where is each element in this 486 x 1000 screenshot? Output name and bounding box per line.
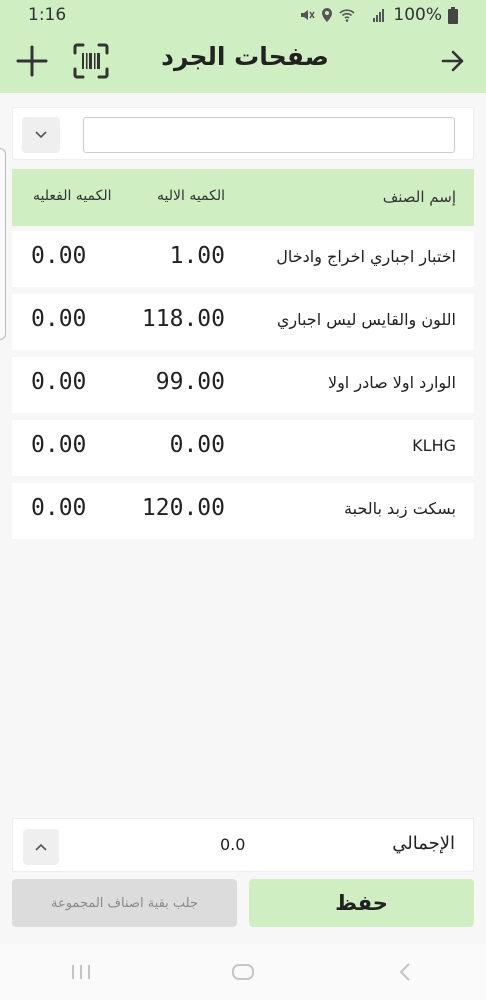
back-button[interactable] [438, 44, 468, 78]
row-item-name: اللون والقايس ليس اجباري [276, 310, 456, 329]
row-item-name: الوارد اولا صادر اولا [327, 373, 456, 392]
row-auto-qty: 0.00 [169, 432, 225, 458]
table-row[interactable]: 0.00 0.00 KLHG [12, 420, 474, 476]
battery-icon [448, 6, 458, 24]
back-chevron-icon [399, 963, 410, 981]
total-label: الإجمالي [392, 833, 455, 854]
table-row[interactable]: 0.00 99.00 الوارد اولا صادر اولا [12, 357, 474, 413]
page-title: صفحات الجرد [161, 42, 329, 71]
status-bar: 1:16 100% [0, 0, 486, 30]
arrow-right-icon [441, 50, 464, 72]
row-auto-qty: 118.00 [141, 306, 225, 332]
row-actual-qty[interactable]: 0.00 [31, 306, 86, 332]
row-auto-qty: 99.00 [155, 369, 225, 395]
mute-icon [301, 10, 316, 20]
table-row[interactable]: 0.00 120.00 بسكت زبد بالحبة [12, 483, 474, 539]
system-back-button[interactable] [385, 952, 425, 992]
total-row: 0.0 الإجمالي [12, 818, 474, 872]
status-icons: 100% [299, 5, 458, 25]
home-icon [232, 964, 254, 980]
app-bar: صفحات الجرد [0, 30, 486, 93]
row-actual-qty[interactable]: 0.00 [31, 495, 86, 521]
battery-percent: 100% [393, 5, 442, 25]
status-time: 1:16 [28, 5, 67, 25]
row-item-name: اختبار اجباري اخراج وادخال [276, 247, 456, 266]
recent-apps-button[interactable] [61, 952, 101, 992]
row-actual-qty[interactable]: 0.00 [31, 432, 86, 458]
barcode-scan-icon [73, 43, 109, 79]
header-auto-qty: الكميه الاليه [157, 188, 226, 204]
add-button[interactable] [14, 42, 50, 80]
filter-input[interactable] [83, 117, 455, 153]
chevron-up-icon [35, 843, 47, 851]
save-button[interactable]: حفظ [249, 879, 474, 927]
system-nav-bar [0, 944, 486, 1000]
table-header: الكميه الفعليه الكميه الاليه إسم الصنف [12, 169, 474, 226]
plus-icon [16, 45, 48, 77]
home-button[interactable] [223, 952, 263, 992]
row-actual-qty[interactable]: 0.00 [31, 369, 86, 395]
signal-icon [373, 9, 385, 22]
barcode-scan-button[interactable] [72, 42, 110, 80]
location-icon [322, 8, 333, 22]
header-item-name: إسم الصنف [382, 188, 456, 206]
side-drawer-handle[interactable] [0, 148, 6, 340]
total-value: 0.0 [220, 835, 246, 854]
row-actual-qty[interactable]: 0.00 [31, 243, 86, 269]
chevron-down-icon [35, 131, 47, 139]
filter-dropdown-button[interactable] [22, 117, 60, 153]
table-row[interactable]: 0.00 1.00 اختبار اجباري اخراج وادخال [12, 231, 474, 287]
recent-apps-icon [72, 965, 90, 979]
row-auto-qty: 1.00 [169, 243, 225, 269]
row-auto-qty: 120.00 [141, 495, 225, 521]
total-expand-button[interactable] [23, 829, 59, 865]
row-item-name: KLHG [412, 436, 456, 455]
row-item-name: بسكت زبد بالحبة [344, 499, 456, 518]
header-actual-qty: الكميه الفعليه [33, 188, 112, 204]
fetch-group-items-button[interactable]: جلب بقية اصناف المجموعة [12, 879, 237, 927]
filter-row [12, 107, 474, 160]
wifi-icon [339, 9, 355, 22]
table-row[interactable]: 0.00 118.00 اللون والقايس ليس اجباري [12, 294, 474, 350]
